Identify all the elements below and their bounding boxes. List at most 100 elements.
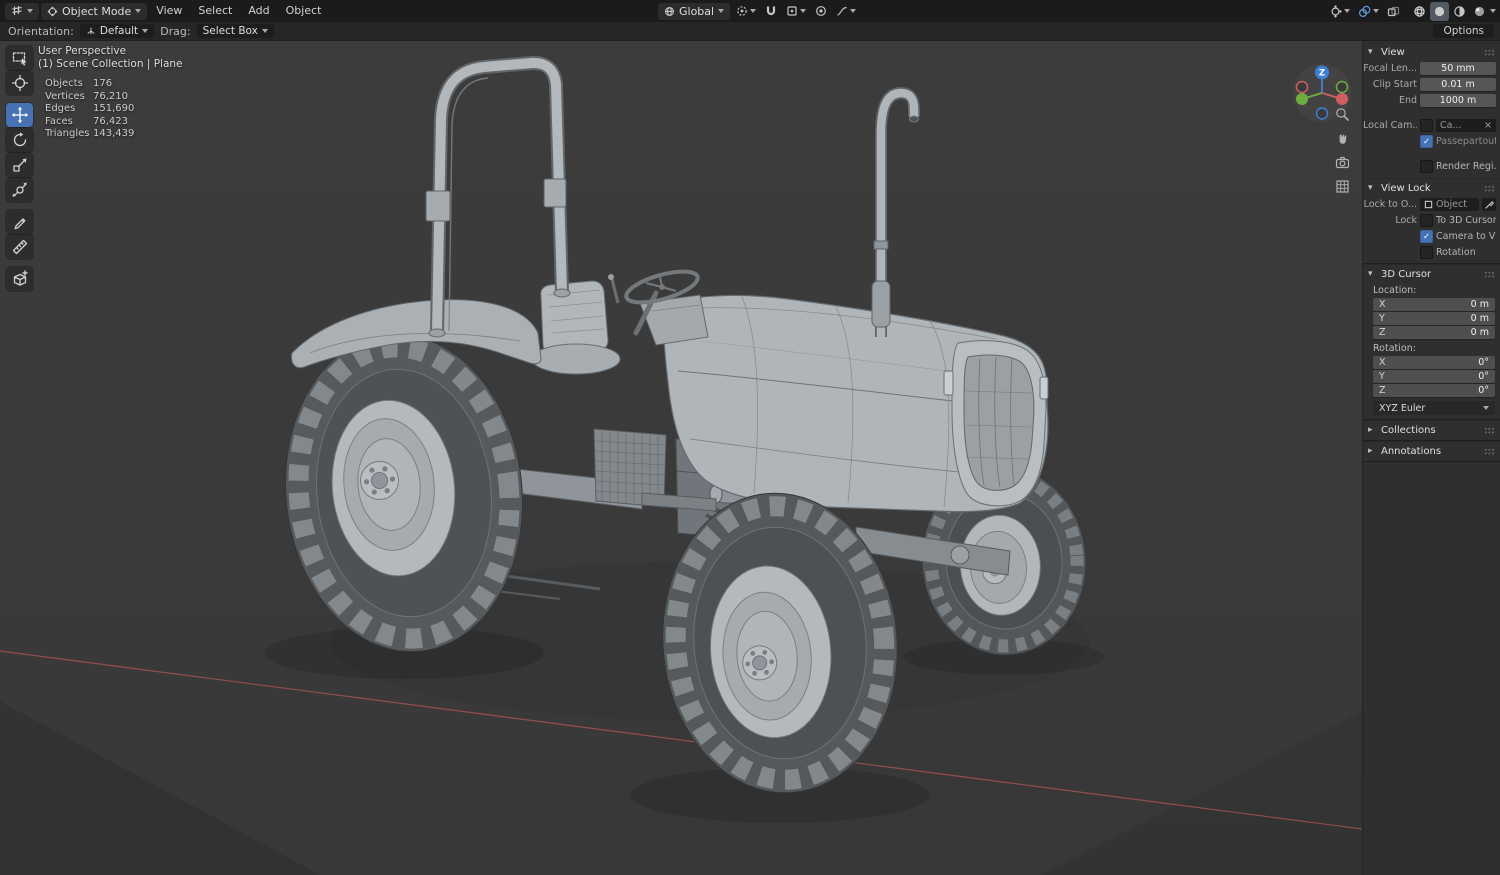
show-gizmo-icon: [1331, 4, 1342, 18]
gizmo-z-label: Z: [1319, 69, 1325, 79]
clear-icon[interactable]: [1484, 120, 1492, 131]
cursor-location-x-field[interactable]: X 0 m: [1373, 298, 1495, 311]
annotate-tool-icon: [14, 218, 25, 230]
n-panel-sidebar: View Focal Len... 50 mm Clip Start 0.01 …: [1362, 41, 1500, 875]
section-3d-cursor-header[interactable]: 3D Cursor: [1363, 266, 1500, 282]
lock-to-cursor-row: Lock To 3D Cursor: [1363, 213, 1496, 228]
passepartout-checkbox[interactable]: [1420, 135, 1433, 148]
section-annotations-header[interactable]: Annotations: [1363, 443, 1500, 459]
tool-select-box-button[interactable]: [6, 46, 33, 70]
transform-orientation-dropdown[interactable]: Global: [658, 2, 731, 20]
axis-label: Y: [1379, 371, 1385, 382]
lock-rotation-checkbox[interactable]: [1420, 246, 1433, 259]
rotation-mode-dropdown[interactable]: XYZ Euler: [1373, 401, 1495, 415]
viewport-canvas[interactable]: [0, 41, 1500, 875]
gizmo-x-axis[interactable]: [1336, 93, 1348, 105]
drag-grip-icon[interactable]: [1484, 426, 1495, 434]
toolbar: [6, 46, 33, 291]
clip-start-field[interactable]: 0.01 m: [1420, 78, 1496, 91]
viewport-3d[interactable]: User Perspective (1) Scene Collection | …: [0, 41, 1500, 875]
pan-button[interactable]: [1333, 129, 1351, 147]
gizmo-y-negative[interactable]: [1335, 80, 1349, 94]
options-button[interactable]: Options: [1433, 24, 1494, 38]
snap-toggle[interactable]: [762, 2, 780, 21]
tool-annotate-button[interactable]: [6, 210, 33, 234]
menu-select[interactable]: Select: [191, 0, 239, 22]
scene-statistics: Objects 176 Vertices 76,210 Edges 151,690 F…: [45, 78, 134, 141]
drag-grip-icon[interactable]: [1484, 48, 1495, 56]
gizmo-z-negative[interactable]: [1315, 107, 1329, 120]
cursor-rotation-y-field[interactable]: Y 0°: [1373, 370, 1495, 383]
cursor-location-z-field[interactable]: Z 0 m: [1373, 326, 1495, 339]
local-camera-checkbox[interactable]: [1420, 119, 1433, 132]
section-collections-header[interactable]: Collections: [1363, 422, 1500, 438]
axis-label: X: [1379, 299, 1386, 310]
tool-transform-button[interactable]: [6, 178, 33, 202]
tool-settings-bar: Orientation: Default Drag: Select Box Op…: [0, 22, 1500, 41]
render-region-checkbox[interactable]: [1420, 160, 1433, 173]
menu-add[interactable]: Add: [241, 0, 276, 22]
cursor-rotation-label: Rotation:: [1373, 343, 1416, 354]
cursor-location-y-field[interactable]: Y 0 m: [1373, 312, 1495, 325]
axis-value: 0°: [1478, 371, 1489, 382]
toggle-xray-button[interactable]: [1384, 2, 1403, 21]
viewport-nav-buttons: [1333, 105, 1351, 195]
camera-to-view-checkbox[interactable]: [1420, 230, 1433, 243]
stat-label: Edges: [45, 103, 76, 114]
lock-to-object-field[interactable]: Object: [1420, 198, 1479, 211]
mode-dropdown[interactable]: Object Mode: [41, 2, 148, 20]
drag-grip-icon[interactable]: [1484, 447, 1495, 455]
proportional-falloff-dropdown[interactable]: [833, 2, 859, 21]
tool-cursor-button[interactable]: [6, 71, 33, 95]
gizmo-y-axis[interactable]: [1296, 93, 1308, 105]
snap-target-dropdown[interactable]: [783, 2, 809, 21]
breadcrumb: (1) Scene Collection | Plane: [38, 58, 183, 70]
camera-view-button[interactable]: [1333, 153, 1351, 171]
section-view: View Focal Len... 50 mm Clip Start 0.01 …: [1363, 43, 1500, 178]
orientation-dropdown[interactable]: Default: [79, 24, 155, 38]
section-view-header[interactable]: View: [1363, 44, 1500, 60]
falloff-curve-icon: [837, 6, 847, 16]
shading-material-button[interactable]: [1450, 2, 1469, 21]
local-camera-field[interactable]: Ca...: [1436, 119, 1496, 132]
chevron-down-icon: [1490, 9, 1496, 13]
proportional-editing-toggle[interactable]: [812, 2, 830, 21]
lock-rotation-label: Rotation: [1436, 247, 1476, 258]
cursor-rotation-x-field[interactable]: X 0°: [1373, 356, 1495, 369]
drag-grip-icon[interactable]: [1484, 184, 1495, 192]
clip-end-field[interactable]: 1000 m: [1420, 94, 1496, 107]
chevron-down-icon: [850, 9, 857, 13]
menu-view[interactable]: View: [149, 0, 189, 22]
shading-rendered-button[interactable]: [1470, 2, 1489, 21]
section-view-lock-header[interactable]: View Lock: [1363, 180, 1500, 196]
mode-label: Object Mode: [62, 4, 132, 18]
show-overlays-dropdown[interactable]: [1355, 2, 1382, 21]
tool-scale-button[interactable]: [6, 153, 33, 177]
shading-solid-button[interactable]: [1430, 1, 1449, 21]
lock-to-3d-cursor-checkbox[interactable]: [1420, 214, 1433, 227]
gizmo-x-negative[interactable]: [1295, 80, 1309, 94]
shading-wireframe-button[interactable]: [1410, 2, 1429, 21]
editor-type-button[interactable]: [5, 2, 39, 20]
eyedropper-icon[interactable]: [1482, 198, 1496, 211]
tool-rotate-button[interactable]: [6, 128, 33, 152]
tool-add-cube-button[interactable]: [6, 267, 33, 291]
chevron-down-icon: [142, 29, 149, 33]
pivot-point-dropdown[interactable]: [733, 2, 759, 21]
cursor-rotation-z-field[interactable]: Z 0°: [1373, 384, 1495, 397]
menu-object[interactable]: Object: [279, 0, 329, 22]
zoom-button[interactable]: [1333, 105, 1351, 123]
drag-grip-icon[interactable]: [1484, 270, 1495, 278]
section-view-lock: View Lock Lock to O... Object: [1363, 178, 1500, 264]
collapse-arrow-icon: [1368, 426, 1377, 435]
tool-move-button[interactable]: [6, 103, 33, 127]
drag-dropdown[interactable]: Select Box: [196, 24, 274, 38]
lock-rotation-row: Rotation: [1363, 245, 1496, 260]
show-gizmo-dropdown[interactable]: [1326, 2, 1353, 21]
camera-to-view-label: Camera to Vi...: [1436, 231, 1496, 242]
focal-length-field[interactable]: 50 mm: [1420, 62, 1496, 75]
stat-value: 176: [93, 78, 113, 89]
tool-measure-button[interactable]: [6, 235, 33, 259]
axis-value: 0°: [1478, 357, 1489, 368]
toggle-perspective-button[interactable]: [1333, 177, 1351, 195]
